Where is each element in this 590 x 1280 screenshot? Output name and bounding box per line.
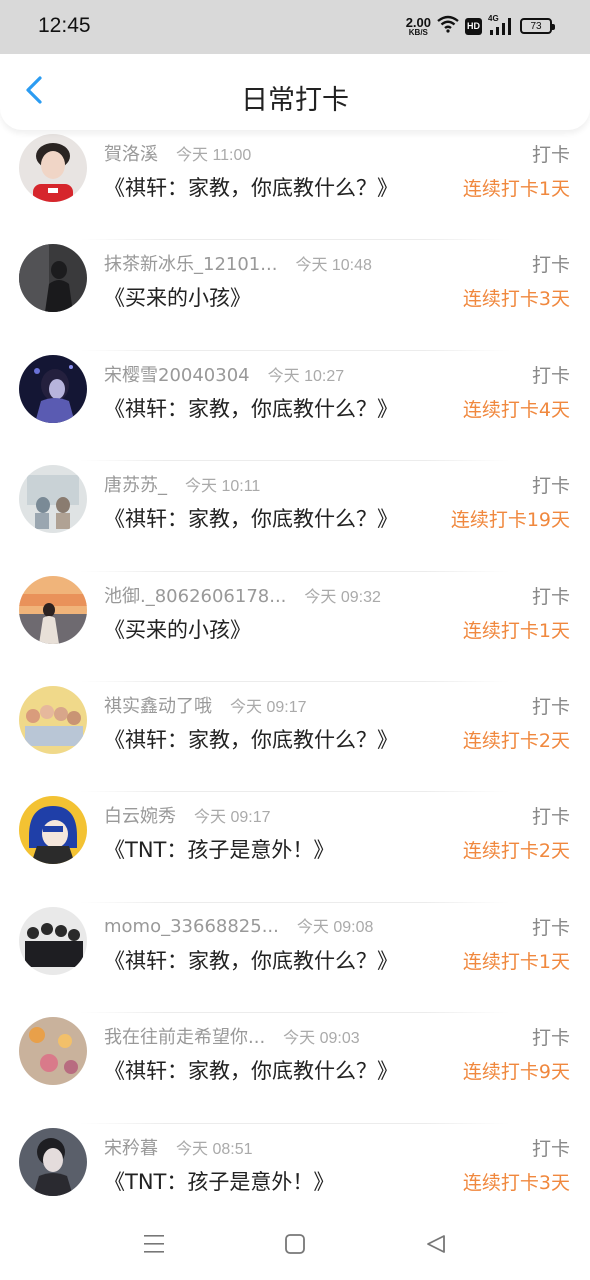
checkin-time: 今天 09:17 — [194, 809, 271, 827]
checkin-time: 今天 11:00 — [176, 147, 252, 164]
system-nav-bar — [0, 1210, 590, 1280]
checkin-item[interactable]: 白云婉秀 今天 09:17 《TNT：孩子是意外！》 打卡 连续打卡2天 — [0, 792, 590, 904]
checkin-meta: 賀洛溪 今天 11:00 — [104, 140, 251, 166]
avatar[interactable] — [19, 354, 87, 423]
user-name[interactable]: 祺实鑫动了哦 — [104, 692, 212, 718]
network-speed-value: 2.00 — [405, 14, 431, 30]
user-name[interactable]: 唐苏苏_ — [104, 471, 167, 497]
checkin-tag: 打卡 — [531, 144, 570, 166]
wifi-icon — [437, 15, 459, 37]
checkin-meta: 池御._8062606178... 今天 09:32 — [104, 582, 381, 608]
app-header: 日常打卡 — [0, 54, 590, 130]
back-nav-button[interactable] — [416, 1226, 456, 1266]
user-name[interactable]: 賀洛溪 — [104, 140, 158, 166]
user-name[interactable]: 我在往前走希望你... — [104, 1023, 265, 1049]
checkin-meta: momo_33668825... 今天 09:08 — [104, 913, 373, 937]
checkin-meta: 我在往前走希望你... 今天 09:03 — [104, 1023, 360, 1049]
checkin-time: 今天 09:17 — [230, 698, 307, 716]
checkin-time: 今天 08:51 — [176, 1140, 253, 1158]
checkin-tag: 打卡 — [531, 585, 570, 608]
back-triangle-icon — [425, 1233, 447, 1259]
book-title[interactable]: 《TNT：孩子是意外！》 — [104, 1166, 334, 1196]
book-title[interactable]: 《买来的小孩》 — [104, 614, 251, 644]
book-title[interactable]: 《祺轩：家教，你底教什么？》 — [104, 503, 398, 533]
checkin-item[interactable]: momo_33668825... 今天 09:08 《祺轩：家教，你底教什么？》… — [0, 903, 590, 1014]
streak-label: 连续打卡2天 — [462, 840, 570, 863]
avatar[interactable] — [19, 244, 87, 313]
streak-label: 连续打卡1天 — [462, 619, 570, 642]
checkin-meta: 唐苏苏_ 今天 10:11 — [104, 471, 260, 497]
battery-icon: 73 — [520, 18, 555, 34]
home-icon — [284, 1233, 306, 1259]
avatar[interactable] — [19, 1127, 87, 1196]
checkin-item[interactable]: 賀洛溪 今天 11:00 《祺轩：家教，你底教什么？》 打卡 连续打卡1天 — [0, 130, 590, 241]
hd-icon: HD — [465, 17, 482, 35]
checkin-item[interactable]: 池御._8062606178... 今天 09:32 《买来的小孩》 打卡 连续… — [0, 572, 590, 683]
user-name[interactable]: 白云婉秀 — [104, 802, 176, 828]
user-name[interactable]: momo_33668825... — [104, 916, 279, 937]
network-speed: 2.00 KB/S — [406, 16, 431, 37]
avatar[interactable] — [19, 685, 87, 754]
avatar[interactable] — [19, 465, 87, 534]
checkin-tag: 打卡 — [531, 475, 570, 498]
status-icons: 2.00 KB/S HD 4G 73 — [406, 13, 555, 39]
streak-label: 连续打卡3天 — [462, 288, 570, 311]
page-title: 日常打卡 — [241, 85, 349, 116]
checkin-tag: 打卡 — [531, 254, 570, 277]
book-title[interactable]: 《祺轩：家教，你底教什么？》 — [104, 1055, 398, 1085]
checkin-item[interactable]: 我在往前走希望你... 今天 09:03 《祺轩：家教，你底教什么？》 打卡 连… — [0, 1013, 590, 1124]
checkin-time: 今天 09:32 — [304, 588, 381, 606]
home-button[interactable] — [275, 1226, 315, 1266]
checkin-time: 今天 09:08 — [296, 918, 374, 936]
checkin-time: 今天 10:48 — [295, 257, 372, 275]
avatar[interactable] — [19, 575, 87, 644]
checkin-item[interactable]: 宋樱雪20040304 今天 10:27 《祺轩：家教，你底教什么？》 打卡 连… — [0, 351, 590, 462]
checkin-item[interactable]: 抹茶新冰乐_12101... 今天 10:48 《买来的小孩》 打卡 连续打卡3… — [0, 240, 590, 352]
book-title[interactable]: 《TNT：孩子是意外！》 — [104, 834, 334, 864]
streak-label: 连续打卡1天 — [462, 178, 570, 200]
user-name[interactable]: 池御._8062606178... — [104, 582, 286, 608]
avatar[interactable] — [19, 906, 87, 975]
checkin-tag: 打卡 — [531, 364, 570, 387]
book-title[interactable]: 《祺轩：家教，你底教什么？》 — [104, 393, 398, 423]
book-title[interactable]: 《祺轩：家教，你底教什么？》 — [104, 172, 398, 202]
book-title[interactable]: 《买来的小孩》 — [104, 282, 251, 312]
user-name[interactable]: 宋矜暮 — [104, 1134, 158, 1160]
avatar[interactable] — [19, 134, 87, 202]
checkin-meta: 白云婉秀 今天 09:17 — [104, 802, 271, 828]
checkin-item[interactable]: 祺实鑫动了哦 今天 09:17 《祺轩：家教，你底教什么？》 打卡 连续打卡2天 — [0, 682, 590, 793]
menu-icon — [142, 1233, 166, 1259]
checkin-meta: 宋矜暮 今天 08:51 — [104, 1134, 253, 1160]
checkin-tag: 打卡 — [531, 1137, 570, 1160]
checkin-time: 今天 10:27 — [267, 367, 345, 385]
checkin-time: 今天 10:11 — [185, 478, 261, 496]
streak-label: 连续打卡2天 — [462, 729, 570, 752]
checkin-tag: 打卡 — [531, 695, 570, 718]
checkin-tag: 打卡 — [531, 916, 570, 939]
book-title[interactable]: 《祺轩：家教，你底教什么？》 — [104, 724, 398, 754]
checkin-meta: 抹茶新冰乐_12101... 今天 10:48 — [104, 250, 372, 276]
user-name[interactable]: 宋樱雪20040304 — [104, 361, 250, 387]
checkin-tag: 打卡 — [531, 1027, 570, 1050]
user-name[interactable]: 抹茶新冰乐_12101... — [104, 250, 277, 276]
signal-icon: 4G — [488, 14, 514, 36]
streak-label: 连续打卡1天 — [462, 950, 570, 973]
checkin-item[interactable]: 唐苏苏_ 今天 10:11 《祺轩：家教，你底教什么？》 打卡 连续打卡19天 — [0, 461, 590, 572]
streak-label: 连续打卡9天 — [462, 1061, 570, 1084]
avatar[interactable] — [19, 1017, 87, 1086]
network-speed-unit: KB/S — [408, 27, 428, 37]
checkin-meta: 祺实鑫动了哦 今天 09:17 — [104, 692, 307, 718]
checkin-list[interactable]: 賀洛溪 今天 11:00 《祺轩：家教，你底教什么？》 打卡 连续打卡1天 抹茶… — [0, 130, 590, 1235]
status-time: 12:45 — [38, 14, 91, 37]
streak-label: 连续打卡19天 — [450, 509, 570, 532]
streak-label: 连续打卡3天 — [462, 1171, 570, 1194]
checkin-meta: 宋樱雪20040304 今天 10:27 — [104, 361, 344, 387]
avatar[interactable] — [19, 796, 87, 865]
book-title[interactable]: 《祺轩：家教，你底教什么？》 — [104, 945, 398, 975]
checkin-tag: 打卡 — [531, 806, 570, 829]
streak-label: 连续打卡4天 — [462, 398, 570, 421]
status-bar: 12:45 2.00 KB/S HD 4G 73 — [0, 0, 590, 54]
checkin-time: 今天 09:03 — [283, 1030, 360, 1048]
menu-button[interactable] — [134, 1226, 174, 1266]
